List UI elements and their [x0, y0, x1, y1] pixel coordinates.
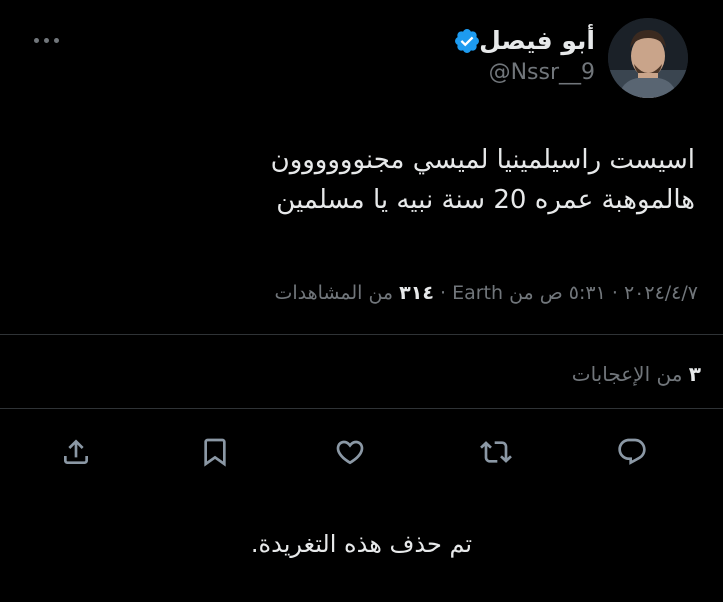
- divider: [0, 334, 723, 335]
- share-icon: [64, 439, 88, 464]
- location-prefix: من: [509, 282, 534, 304]
- bookmark-icon: [204, 438, 226, 467]
- more-dot: [34, 38, 39, 43]
- tweet-date[interactable]: ٢٠٢٤/٤/٧: [624, 282, 698, 304]
- retweet-button[interactable]: [474, 430, 518, 474]
- bookmark-button[interactable]: [193, 430, 237, 474]
- views-count[interactable]: ٣١٤: [399, 282, 434, 304]
- meta-separator: ·: [439, 282, 447, 304]
- deleted-tweet-notice: تم حذف هذه التغريدة.: [250, 530, 473, 558]
- tweet-metadata: ٢٠٢٤/٤/٧ · ٥:٣١ ص من Earth · ٣١٤ من المش…: [274, 282, 698, 304]
- tweet-text-line: اسيست راسيلمينيا لميسي مجنوووووون: [270, 145, 695, 175]
- heart-icon: [336, 440, 364, 465]
- retweet-icon: [480, 441, 512, 463]
- likes-count: ٣: [688, 362, 701, 386]
- more-options-icon[interactable]: [34, 28, 74, 48]
- tweet-text: اسيست راسيلمينيا لميسي مجنوووووون هالموه…: [135, 140, 695, 220]
- tweet-location: Earth: [452, 282, 504, 304]
- verified-badge-icon: [455, 29, 479, 53]
- user-handle[interactable]: @Nssr__9: [489, 60, 595, 85]
- likes-label: من الإعجابات: [571, 362, 683, 386]
- avatar[interactable]: [608, 18, 688, 98]
- tweet-time[interactable]: ٥:٣١ ص: [540, 282, 606, 304]
- share-button[interactable]: [54, 430, 98, 474]
- display-name[interactable]: أبو فيصل: [479, 26, 595, 55]
- likes-summary[interactable]: ٣ من الإعجابات: [572, 362, 701, 386]
- views-label: من المشاهدات: [274, 282, 394, 304]
- divider: [0, 408, 723, 409]
- reply-button[interactable]: [610, 430, 654, 474]
- like-button[interactable]: [328, 430, 372, 474]
- reply-icon: [618, 438, 646, 465]
- more-dot: [54, 38, 59, 43]
- meta-separator: ·: [611, 282, 618, 304]
- more-dot: [44, 38, 49, 43]
- tweet-text-line: هالموهبة عمره 20 سنة نبيه يا مسلمين: [276, 185, 695, 215]
- avatar-image: [608, 18, 688, 98]
